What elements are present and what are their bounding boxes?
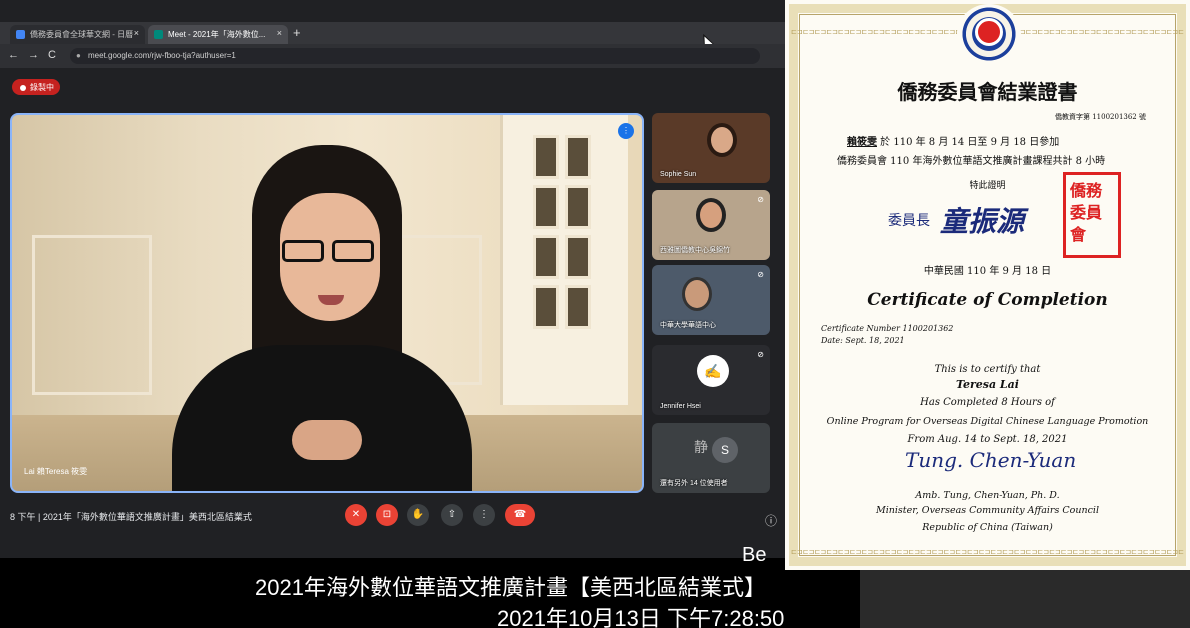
record-dot-icon — [20, 84, 26, 91]
certificate-number-cn: 僑教資字第 1100201362 號 — [1055, 113, 1146, 121]
others-tile[interactable]: 静 S 還有另外 14 位使用者 — [652, 423, 770, 493]
mic-off-button[interactable]: ✕ — [345, 504, 367, 526]
lock-icon: ● — [76, 51, 81, 60]
caption-fragment: Be — [742, 544, 767, 566]
participant-tile[interactable]: Sophie Sun — [652, 113, 770, 183]
participant-name: Jennifer Hsei — [660, 403, 701, 410]
avatar-glyph-icon: 静 — [694, 439, 708, 455]
mic-off-icon: ⊘ — [757, 270, 764, 279]
meet-control-bar: 8 下午 | 2021年「海外數位華語文推廣計畫」美西北區結業式 ✕ ⊡ ✋ ⇧… — [0, 498, 785, 558]
leave-call-button[interactable]: ☎ — [505, 504, 535, 526]
french-door — [500, 115, 628, 405]
door-pane — [565, 285, 591, 329]
date-range-cn: 於 110 年 8 月 14 日至 9 月 18 日參加 — [877, 137, 1060, 148]
hours-text: Has Completed 8 Hours of — [920, 397, 1055, 408]
speaker-person — [172, 135, 472, 491]
mic-off-icon: ⊘ — [757, 350, 764, 359]
certificate-line-1: 賴筱雯 於 110 年 8 月 14 日至 9 月 18 日參加 — [847, 133, 1059, 148]
body — [172, 345, 472, 491]
certificate-number-en: Certificate Number 1100201362 — [821, 324, 954, 333]
avatar: S — [712, 437, 738, 463]
door-pane — [533, 235, 559, 279]
certificate-date-en: Date: Sept. 18, 2021 — [821, 336, 905, 345]
others-count-label: 還有另外 14 位使用者 — [660, 480, 728, 487]
door-pane — [533, 285, 559, 329]
tab-label: 僑務委員會全球華文網 - 日曆 — [30, 30, 134, 39]
avatar: ✍ — [697, 355, 729, 387]
video-caption: Be 2021年海外數位華語文推廣計畫【美西北區結業式】 2021年10月13日… — [0, 544, 860, 628]
new-tab-button[interactable]: + — [293, 25, 301, 40]
meet-favicon-icon — [154, 30, 163, 39]
participant-name: 中華大學華語中心 — [660, 322, 716, 329]
country-name: Republic of China (Taiwan) — [922, 522, 1053, 533]
participant-tile[interactable]: ⊘ 中華大學華語中心 — [652, 265, 770, 335]
chair-signature-cn: 童振源 — [940, 205, 1025, 238]
recording-label: 錄製中 — [30, 83, 54, 92]
certificate-line-2: 僑務委員會 110 年海外數位華語文推廣計畫課程共計 8 小時 — [837, 156, 1106, 167]
tab-label: Meet - 2021年「海外數位... — [168, 30, 266, 39]
participant-name: Sophie Sun — [660, 171, 697, 178]
speaking-indicator-icon: ⋮ — [618, 123, 634, 139]
participant-face — [707, 123, 737, 157]
close-icon[interactable]: × — [277, 28, 282, 38]
forward-arrow-icon[interactable]: → — [28, 49, 39, 61]
photo-collage: 僑務委員會全球華文網 - 日曆 × Meet - 2021年「海外數位... ×… — [0, 0, 1190, 628]
more-options-button[interactable]: ⋮ — [473, 504, 495, 526]
glasses-icon — [282, 240, 378, 264]
wall-molding — [32, 235, 152, 395]
issue-date-cn: 中華民國 110 年 9 月 18 日 — [923, 266, 1052, 277]
door-pane — [565, 235, 591, 279]
certificate-title-cn: 僑務委員會結業證書 — [897, 80, 1078, 104]
present-screen-button[interactable]: ⇧ — [441, 504, 463, 526]
main-video-tile[interactable]: ⋮ Lai 賴Teresa 筱雯 — [10, 113, 644, 493]
address-bar-row: ← → C ● meet.google.com/rjw-fboo-tja?aut… — [0, 44, 785, 68]
camera-off-button[interactable]: ⊡ — [376, 504, 398, 526]
mic-off-icon: ⊘ — [757, 195, 764, 204]
ocac-emblem-icon — [957, 4, 1021, 64]
official-seal: 僑務委員會 — [1063, 172, 1121, 258]
participant-tile[interactable]: ✍ ⊘ Jennifer Hsei — [652, 345, 770, 415]
participant-face — [696, 198, 726, 232]
tab-calendar[interactable]: 僑務委員會全球華文網 - 日曆 × — [10, 25, 145, 44]
door-pane — [533, 185, 559, 229]
door-pane — [533, 135, 559, 179]
participant-name: 西雅圖僑教中心吳錦竹 — [660, 247, 730, 254]
recipient-name-en: Teresa Lai — [956, 378, 1019, 391]
tab-meet[interactable]: Meet - 2021年「海外數位... × — [148, 25, 288, 44]
special-proof: 特此證明 — [969, 181, 1006, 191]
signature-en: Tung. Chen-Yuan — [905, 448, 1077, 472]
chair-label: 委員長 — [888, 213, 930, 229]
info-icon[interactable]: ⓘ — [765, 512, 777, 529]
reload-icon[interactable]: C — [48, 49, 56, 61]
participant-tile[interactable]: ⊘ 西雅圖僑教中心吳錦竹 — [652, 190, 770, 260]
certificate-title-en: Certificate of Completion — [867, 290, 1108, 310]
greek-key-border: ⊏⊐⊏⊐⊏⊐⊏⊐⊏⊐⊏⊐⊏⊐⊏⊐⊏⊐⊏⊐⊏⊐⊏⊐⊏⊐⊏⊐⊏⊐⊏⊐⊏⊐⊏⊐⊏⊐⊏⊐… — [791, 549, 1184, 556]
recording-badge: 錄製中 — [12, 79, 60, 95]
close-icon[interactable]: × — [134, 28, 139, 38]
participant-face — [682, 277, 712, 311]
door-pane — [565, 185, 591, 229]
door-pane — [565, 135, 591, 179]
caption-title: 2021年海外數位華語文推廣計畫【美西北區結業式】 — [255, 575, 766, 600]
main-tile-name: Lai 賴Teresa 筱雯 — [24, 467, 88, 476]
url-field[interactable]: ● meet.google.com/rjw-fboo-tja?authuser=… — [70, 48, 760, 64]
signer-title: Minister, Overseas Community Affairs Cou… — [876, 505, 1099, 516]
meet-window: 錄製中 ⋮ Lai 賴Teresa 筱雯 Sophie Sun ⊘ 西雅圖僑教中… — [0, 68, 785, 558]
date-range-en: From Aug. 14 to Sept. 18, 2021 — [907, 434, 1068, 445]
caption-timestamp: 2021年10月13日 下午7:28:50 — [497, 606, 785, 628]
meeting-title: 8 下午 | 2021年「海外數位華語文推廣計畫」美西北區結業式 — [10, 512, 252, 522]
hand — [292, 420, 362, 460]
calendar-favicon-icon — [16, 30, 25, 39]
recipient-name-cn: 賴筱雯 — [847, 137, 877, 148]
back-arrow-icon[interactable]: ← — [8, 49, 19, 61]
monitor-screen: 僑務委員會全球華文網 - 日曆 × Meet - 2021年「海外數位... ×… — [0, 0, 785, 628]
raise-hand-button[interactable]: ✋ — [407, 504, 429, 526]
certificate: ⊏⊐⊏⊐⊏⊐⊏⊐⊏⊐⊏⊐⊏⊐⊏⊐⊏⊐⊏⊐⊏⊐⊏⊐⊏⊐⊏⊐⊏⊐⊏⊐⊏⊐⊏⊐⊏⊐⊏⊐… — [785, 0, 1190, 570]
program-name: Online Program for Overseas Digital Chin… — [826, 416, 1149, 427]
certify-text: This is to certify that — [934, 364, 1041, 375]
url-text: meet.google.com/rjw-fboo-tja?authuser=1 — [88, 51, 236, 60]
browser-tab-bar: 僑務委員會全球華文網 - 日曆 × Meet - 2021年「海外數位... ×… — [0, 22, 785, 44]
signer-name: Amb. Tung, Chen-Yuan, Ph. D. — [915, 490, 1060, 501]
